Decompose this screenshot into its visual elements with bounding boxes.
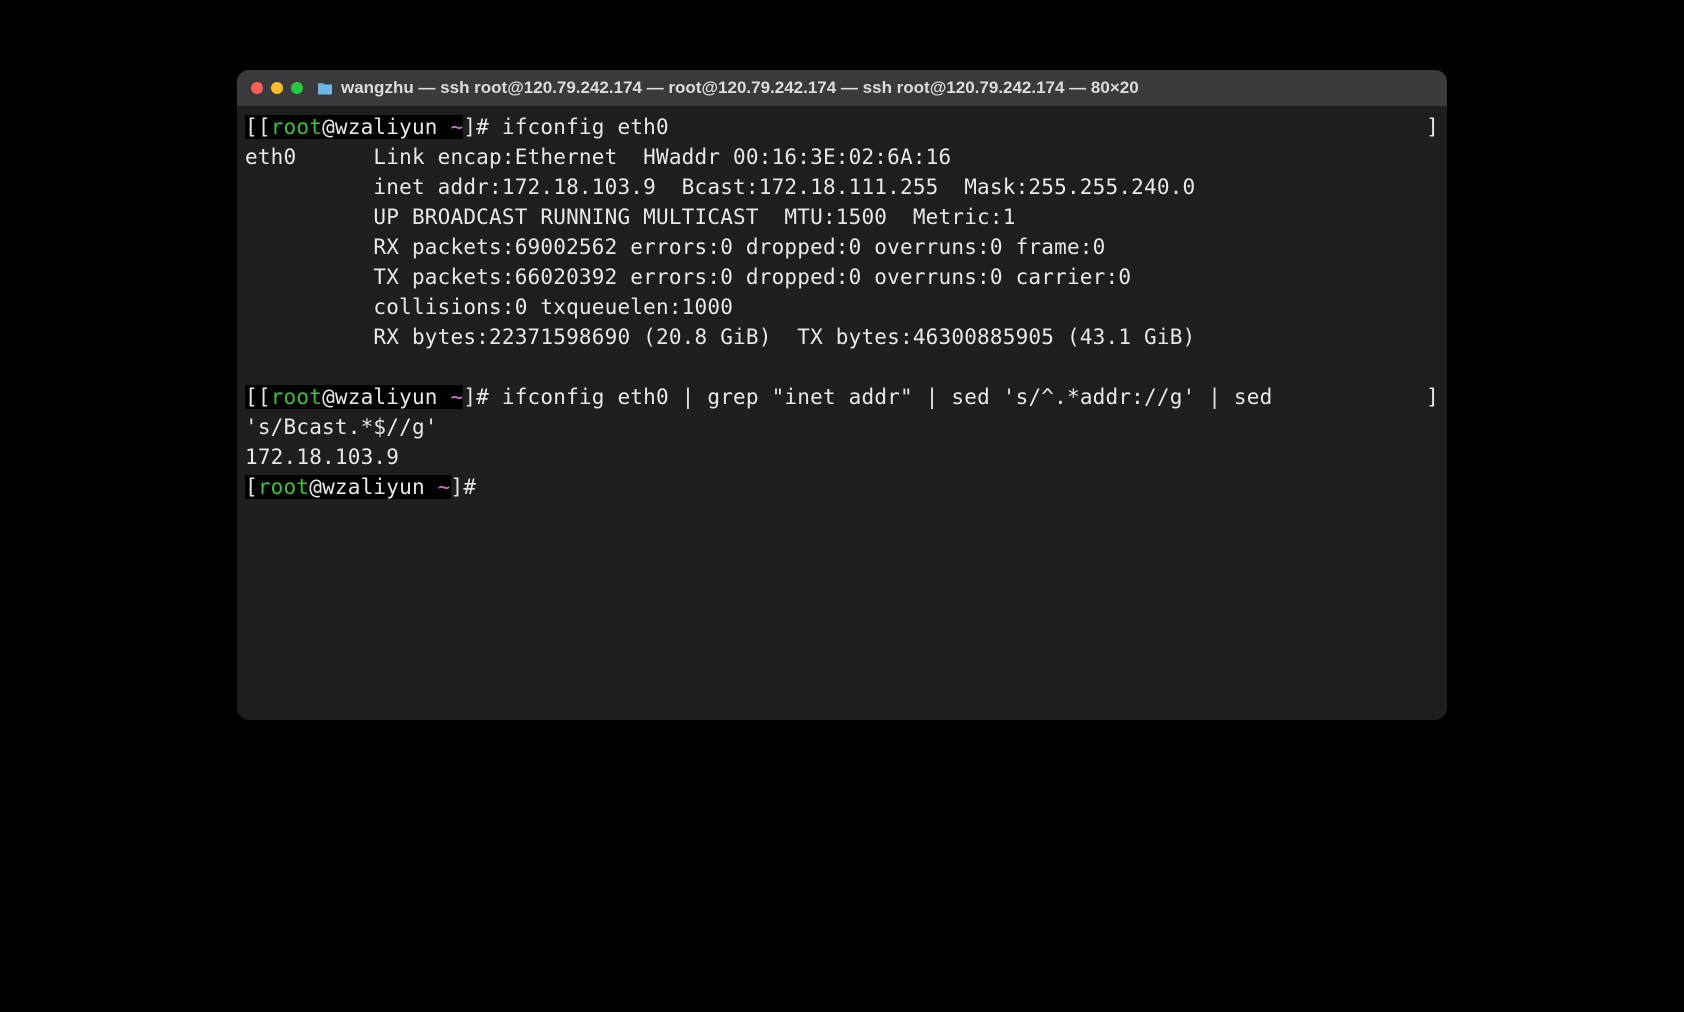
terminal-window: wangzhu — ssh root@120.79.242.174 — root… xyxy=(237,70,1447,720)
prompt-at: @ xyxy=(322,385,335,409)
wrap-bracket-icon: ] xyxy=(1426,112,1439,142)
command-2b: 's/Bcast.*$//g' xyxy=(245,412,1439,442)
prompt-user: root xyxy=(258,475,309,499)
command-1: ifconfig eth0 xyxy=(502,115,669,139)
output-line: UP BROADCAST RUNNING MULTICAST MTU:1500 … xyxy=(245,202,1439,232)
bracket-open: [[ xyxy=(245,385,271,409)
minimize-icon[interactable] xyxy=(271,82,283,94)
output-line: eth0 Link encap:Ethernet HWaddr 00:16:3E… xyxy=(245,142,1439,172)
prompt-user: root xyxy=(271,115,322,139)
prompt-at: @ xyxy=(309,475,322,499)
window-title: wangzhu — ssh root@120.79.242.174 — root… xyxy=(341,78,1139,98)
output-line: RX packets:69002562 errors:0 dropped:0 o… xyxy=(245,232,1439,262)
folder-icon xyxy=(317,81,333,95)
blank-line xyxy=(245,352,1439,382)
prompt-at: @ xyxy=(322,115,335,139)
traffic-lights xyxy=(251,82,303,94)
prompt-tilde: ~ xyxy=(451,115,464,139)
prompt-line-2: [[root@wzaliyun ~]# ifconfig eth0 | grep… xyxy=(245,382,1439,412)
titlebar[interactable]: wangzhu — ssh root@120.79.242.174 — root… xyxy=(237,70,1447,106)
output-line: inet addr:172.18.103.9 Bcast:172.18.111.… xyxy=(245,172,1439,202)
command-2a: ifconfig eth0 | grep "inet addr" | sed '… xyxy=(502,385,1285,409)
prompt-line-3: [root@wzaliyun ~]# xyxy=(245,472,1439,502)
bracket-close: ]# xyxy=(451,475,477,499)
prompt-user: root xyxy=(271,385,322,409)
bracket-open: [[ xyxy=(245,115,271,139)
prompt-host: wzaliyun xyxy=(335,385,438,409)
prompt-host: wzaliyun xyxy=(335,115,438,139)
output-line: 172.18.103.9 xyxy=(245,442,1439,472)
prompt-host: wzaliyun xyxy=(322,475,425,499)
cursor-position[interactable] xyxy=(476,475,489,499)
bracket-open: [ xyxy=(245,475,258,499)
output-line: collisions:0 txqueuelen:1000 xyxy=(245,292,1439,322)
terminal-body[interactable]: [[root@wzaliyun ~]# ifconfig eth0]eth0 L… xyxy=(237,106,1447,720)
wrap-bracket-icon: ] xyxy=(1426,382,1439,412)
close-icon[interactable] xyxy=(251,82,263,94)
output-line: RX bytes:22371598690 (20.8 GiB) TX bytes… xyxy=(245,322,1439,352)
prompt-tilde: ~ xyxy=(438,475,451,499)
prompt-line-1: [[root@wzaliyun ~]# ifconfig eth0] xyxy=(245,112,1439,142)
bracket-close: ]# xyxy=(463,115,489,139)
output-line: TX packets:66020392 errors:0 dropped:0 o… xyxy=(245,262,1439,292)
bracket-close: ]# xyxy=(463,385,489,409)
maximize-icon[interactable] xyxy=(291,82,303,94)
prompt-tilde: ~ xyxy=(451,385,464,409)
